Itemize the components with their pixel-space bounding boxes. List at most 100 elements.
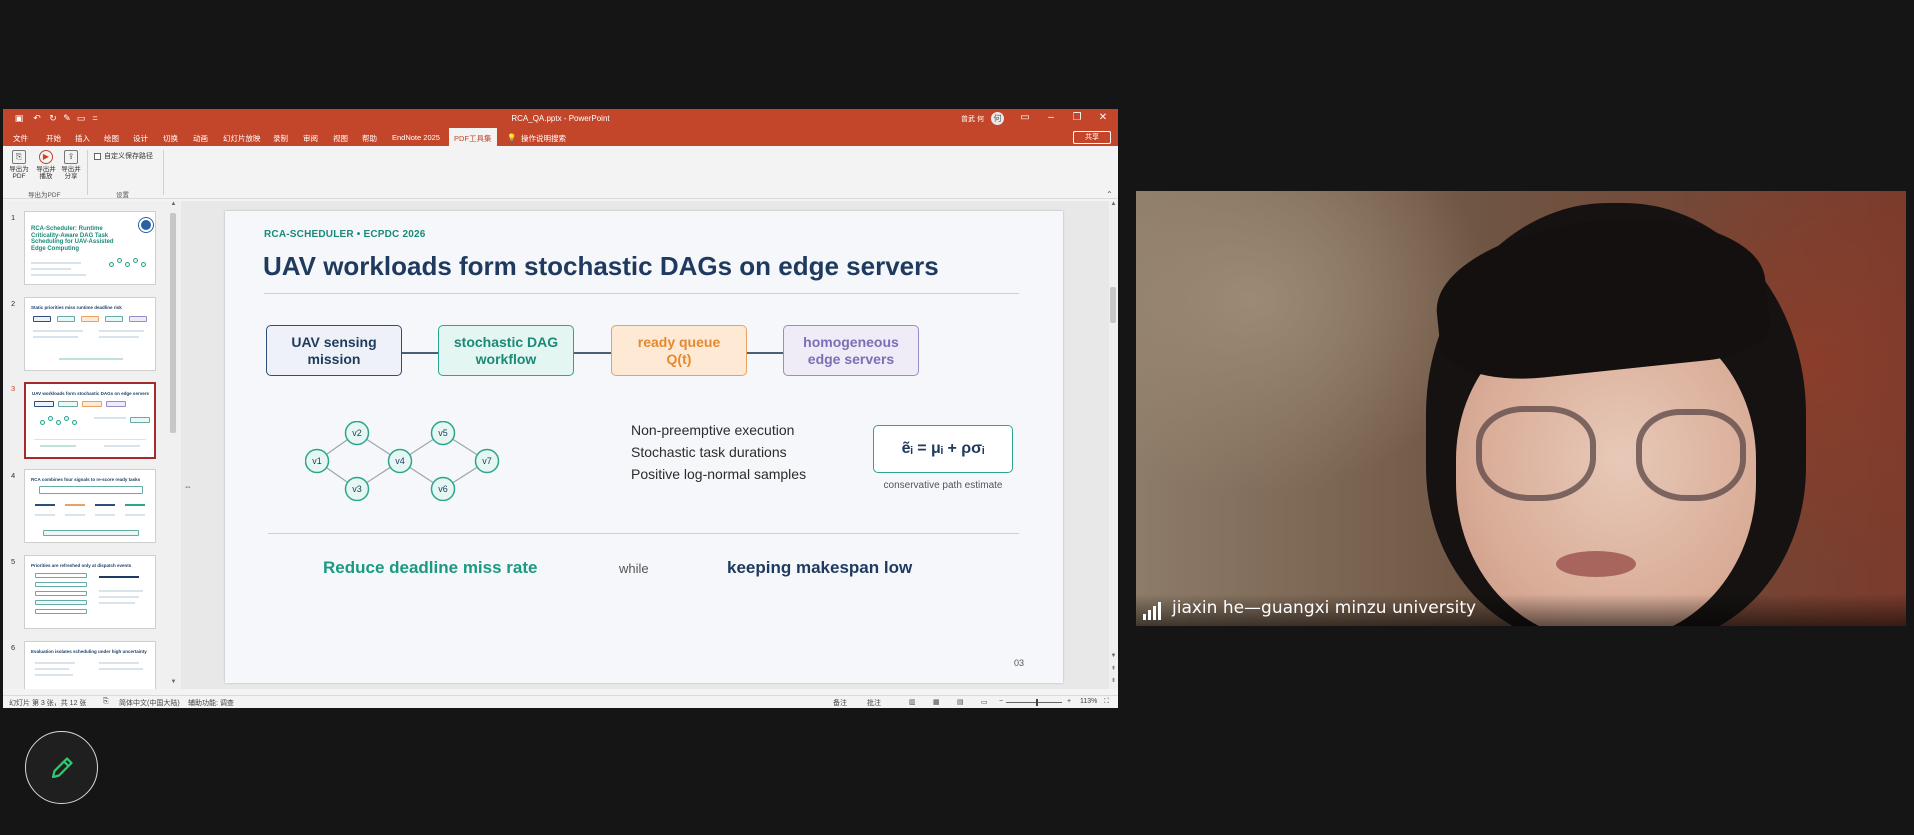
thumb-number: 3 <box>11 384 16 393</box>
slide-thumbnail-2[interactable]: Static priorities miss runtime deadline … <box>24 297 156 371</box>
flow-box-ready-queue[interactable]: ready queue Q(t) <box>611 325 747 376</box>
annotate-pen-button[interactable] <box>25 731 98 804</box>
thumb-box <box>33 316 51 322</box>
thumb-title: Evaluation isolates scheduling under hig… <box>31 649 147 654</box>
dag-label-v7: v7 <box>482 456 492 466</box>
next-slide-icon[interactable]: ⇟ <box>1109 677 1118 684</box>
thumbnails-scrollbar[interactable]: ▲ ▼ <box>169 201 178 689</box>
slide-scrollbar[interactable]: ▲ ▼ ⇞ ⇟ <box>1109 201 1118 689</box>
user-avatar[interactable]: 何 <box>991 112 1004 125</box>
slide-counter: 幻灯片 第 3 张，共 12 张 <box>9 700 87 707</box>
slide-thumbnail-3[interactable]: UAV workloads form stochastic DAGs on ed… <box>24 382 156 459</box>
thumb-title: Static priorities miss runtime deadline … <box>31 305 122 310</box>
formula-caption: conservative path estimate <box>883 480 1003 491</box>
formula-box[interactable]: ẽᵢ = μᵢ + ρσᵢ <box>873 425 1013 473</box>
thumb-text-line <box>99 590 143 592</box>
ribbon-display-icon[interactable]: ▭ <box>1015 111 1035 125</box>
custom-save-path-checkbox[interactable]: 自定义保存路径 <box>94 151 153 161</box>
slide-thumbnail-6[interactable]: Evaluation isolates scheduling under hig… <box>24 641 156 689</box>
thumb-dag-node <box>133 258 138 263</box>
thumb-box <box>39 486 143 494</box>
fit-to-window-icon[interactable]: ⛶ <box>1104 698 1109 706</box>
tab-pdf-tools[interactable]: PDF工具集 <box>449 128 497 146</box>
zoom-level[interactable]: 113% <box>1080 698 1097 705</box>
tab-view[interactable]: 视图 <box>333 133 348 144</box>
thumb-text-line <box>31 274 86 276</box>
scroll-up-icon[interactable]: ▲ <box>1109 201 1118 207</box>
scroll-up-icon[interactable]: ▲ <box>169 201 178 207</box>
tab-insert[interactable]: 插入 <box>75 133 90 144</box>
flow-box-edge-servers[interactable]: homogeneous edge servers <box>783 325 919 376</box>
thumb-number: 6 <box>11 643 16 652</box>
thumb-text-line <box>31 262 81 264</box>
share-button[interactable]: 共享 <box>1073 131 1111 144</box>
tab-transitions[interactable]: 切换 <box>163 133 178 144</box>
comments-button[interactable]: 批注 <box>867 698 881 708</box>
thumb-dag-node <box>117 258 122 263</box>
collapse-ribbon-icon[interactable]: ⌃ <box>1106 190 1113 199</box>
slide-title[interactable]: UAV workloads form stochastic DAGs on ed… <box>263 251 939 282</box>
flow-box-uav-mission[interactable]: UAV sensing mission <box>266 325 402 376</box>
tab-help[interactable]: 帮助 <box>362 133 377 144</box>
tab-home[interactable]: 开始 <box>46 133 61 144</box>
notes-button[interactable]: 备注 <box>833 698 847 708</box>
thumb-text-line <box>35 504 55 506</box>
language-indicator[interactable]: 简体中文(中国大陆) <box>119 698 180 708</box>
tab-record[interactable]: 录制 <box>273 133 288 144</box>
scroll-down-icon[interactable]: ▼ <box>1109 653 1118 659</box>
tab-slideshow[interactable]: 幻灯片放映 <box>223 133 261 144</box>
current-slide[interactable]: RCA-SCHEDULER • ECPDC 2026 UAV workloads… <box>225 211 1063 683</box>
scrollbar-thumb[interactable] <box>170 213 176 433</box>
tab-endnote[interactable]: EndNote 2025 <box>392 133 440 142</box>
tell-me-search[interactable]: 操作说明搜索 <box>521 133 566 144</box>
tab-file[interactable]: 文件 <box>13 133 28 144</box>
export-share-button[interactable]: ⇪ 导出并分享 <box>60 150 82 180</box>
thumb-text-line <box>65 504 85 506</box>
scroll-down-icon[interactable]: ▼ <box>169 679 178 685</box>
tab-review[interactable]: 审阅 <box>303 133 318 144</box>
video-person-mouth <box>1556 551 1636 577</box>
tab-design[interactable]: 设计 <box>133 133 148 144</box>
dag-label-v1: v1 <box>312 456 322 466</box>
slide-sorter-icon[interactable]: ▦ <box>933 698 940 706</box>
previous-slide-icon[interactable]: ⇞ <box>1109 665 1118 672</box>
export-pdf-button[interactable]: ⎘ 导出为PDF <box>8 150 30 180</box>
title-bar: ▣ ↶ ↻ ✎ ▭ = RCA_QA.pptx - PowerPoint 曾武 … <box>3 109 1118 128</box>
zoom-slider-thumb[interactable] <box>1036 699 1038 706</box>
reading-view-icon[interactable]: ▤ <box>957 698 964 706</box>
thumb-text-line <box>95 514 115 516</box>
zoom-out-icon[interactable]: − <box>999 698 1003 705</box>
dag-diagram[interactable]: v1 v2 v3 v4 v5 v6 v7 <box>305 421 565 501</box>
tab-animations[interactable]: 动画 <box>193 133 208 144</box>
normal-view-icon[interactable]: ▥ <box>909 698 916 706</box>
thumb-text-line <box>40 445 76 447</box>
thumb-box <box>35 609 87 614</box>
accessibility-status[interactable]: 辅助功能: 调查 <box>188 698 234 708</box>
title-divider <box>264 293 1019 294</box>
bullet-item: Stochastic task durations <box>631 444 787 460</box>
pdf-export-icon: ⎘ <box>12 150 26 164</box>
slide-thumbnail-1[interactable]: RCA-Scheduler: Runtime Criticality-Aware… <box>24 211 156 285</box>
thumb-dag-node <box>125 262 130 267</box>
zoom-in-icon[interactable]: + <box>1067 698 1071 705</box>
export-open-button[interactable]: ▶ 导出并播放 <box>35 150 57 180</box>
checkbox-box[interactable] <box>94 152 101 160</box>
zoom-slider[interactable] <box>1006 702 1062 703</box>
scrollbar-thumb[interactable] <box>1110 287 1116 323</box>
tab-draw[interactable]: 绘图 <box>104 133 119 144</box>
spellcheck-icon[interactable]: ⎘ <box>103 698 109 706</box>
user-name[interactable]: 曾武 何 <box>961 114 984 124</box>
restore-icon[interactable]: ❐ <box>1067 111 1087 125</box>
thumb-box <box>130 417 150 423</box>
slide-thumbnail-4[interactable]: RCA combines four signals to re-score re… <box>24 469 156 543</box>
group-label-export: 导出为PDF <box>28 192 61 199</box>
participant-video[interactable]: jiaxin he—guangxi minzu university <box>1136 191 1906 626</box>
slideshow-icon[interactable]: ▭ <box>981 698 988 706</box>
close-icon[interactable]: ✕ <box>1093 111 1113 125</box>
thumb-box <box>105 316 123 322</box>
minimize-icon[interactable]: – <box>1041 111 1061 125</box>
slide-thumbnail-5[interactable]: Priorities are refreshed only at dispatc… <box>24 555 156 629</box>
dag-label-v2: v2 <box>352 428 362 438</box>
thumb-text-line <box>95 504 115 506</box>
flow-box-dag-workflow[interactable]: stochastic DAG workflow <box>438 325 574 376</box>
